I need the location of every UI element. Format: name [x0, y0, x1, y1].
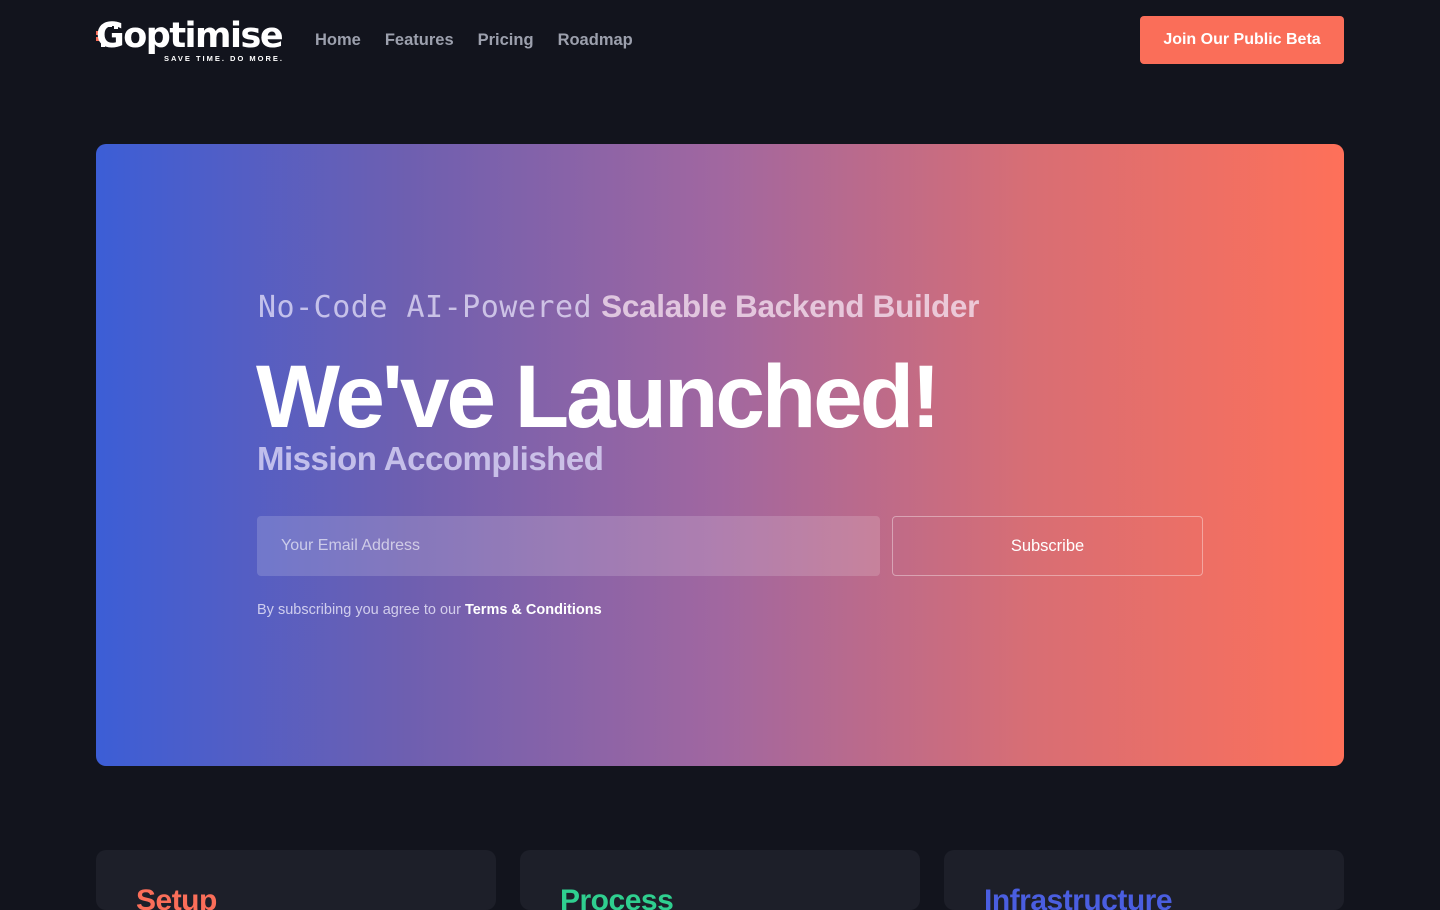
hero-eyebrow-bold: Scalable Backend Builder: [601, 288, 980, 324]
join-public-beta-button[interactable]: Join Our Public Beta: [1140, 16, 1344, 64]
card-title-infrastructure: Infrastructure: [984, 884, 1173, 910]
nav-links: Home Features Pricing Roadmap: [315, 16, 633, 64]
logo-tagline: SAVE TIME. DO MORE.: [164, 54, 284, 63]
hero-eyebrow: No-Code AI-Powered Scalable Backend Buil…: [258, 288, 979, 325]
subscribe-button[interactable]: Subscribe: [892, 516, 1203, 576]
hero-eyebrow-mono: No-Code AI-Powered: [258, 290, 593, 325]
top-navigation: Goptimise SAVE TIME. DO MORE. Home Featu…: [96, 16, 1344, 64]
hero-banner: No-Code AI-Powered Scalable Backend Buil…: [96, 144, 1344, 766]
terms-notice: By subscribing you agree to our Terms & …: [257, 602, 602, 618]
terms-prefix: By subscribing you agree to our: [257, 602, 461, 618]
hero-subheadline: Mission Accomplished: [257, 440, 604, 477]
terms-link[interactable]: Terms & Conditions: [465, 602, 602, 618]
card-title-setup: Setup: [136, 884, 217, 910]
email-input[interactable]: [257, 516, 880, 576]
nav-link-home[interactable]: Home: [315, 16, 361, 64]
hero-headline: We've Launched!: [256, 346, 941, 446]
card-title-process: Process: [560, 884, 674, 910]
goptimise-logo[interactable]: Goptimise SAVE TIME. DO MORE.: [96, 16, 284, 64]
feature-card-infrastructure: Infrastructure: [944, 850, 1344, 910]
nav-link-pricing[interactable]: Pricing: [478, 16, 534, 64]
feature-card-process: Process: [520, 850, 920, 910]
feature-card-setup: Setup: [96, 850, 496, 910]
logo-wordmark: Goptimise: [96, 16, 284, 56]
nav-link-features[interactable]: Features: [385, 16, 454, 64]
feature-cards: Setup Process Infrastructure: [96, 850, 1344, 910]
nav-link-roadmap[interactable]: Roadmap: [558, 16, 633, 64]
